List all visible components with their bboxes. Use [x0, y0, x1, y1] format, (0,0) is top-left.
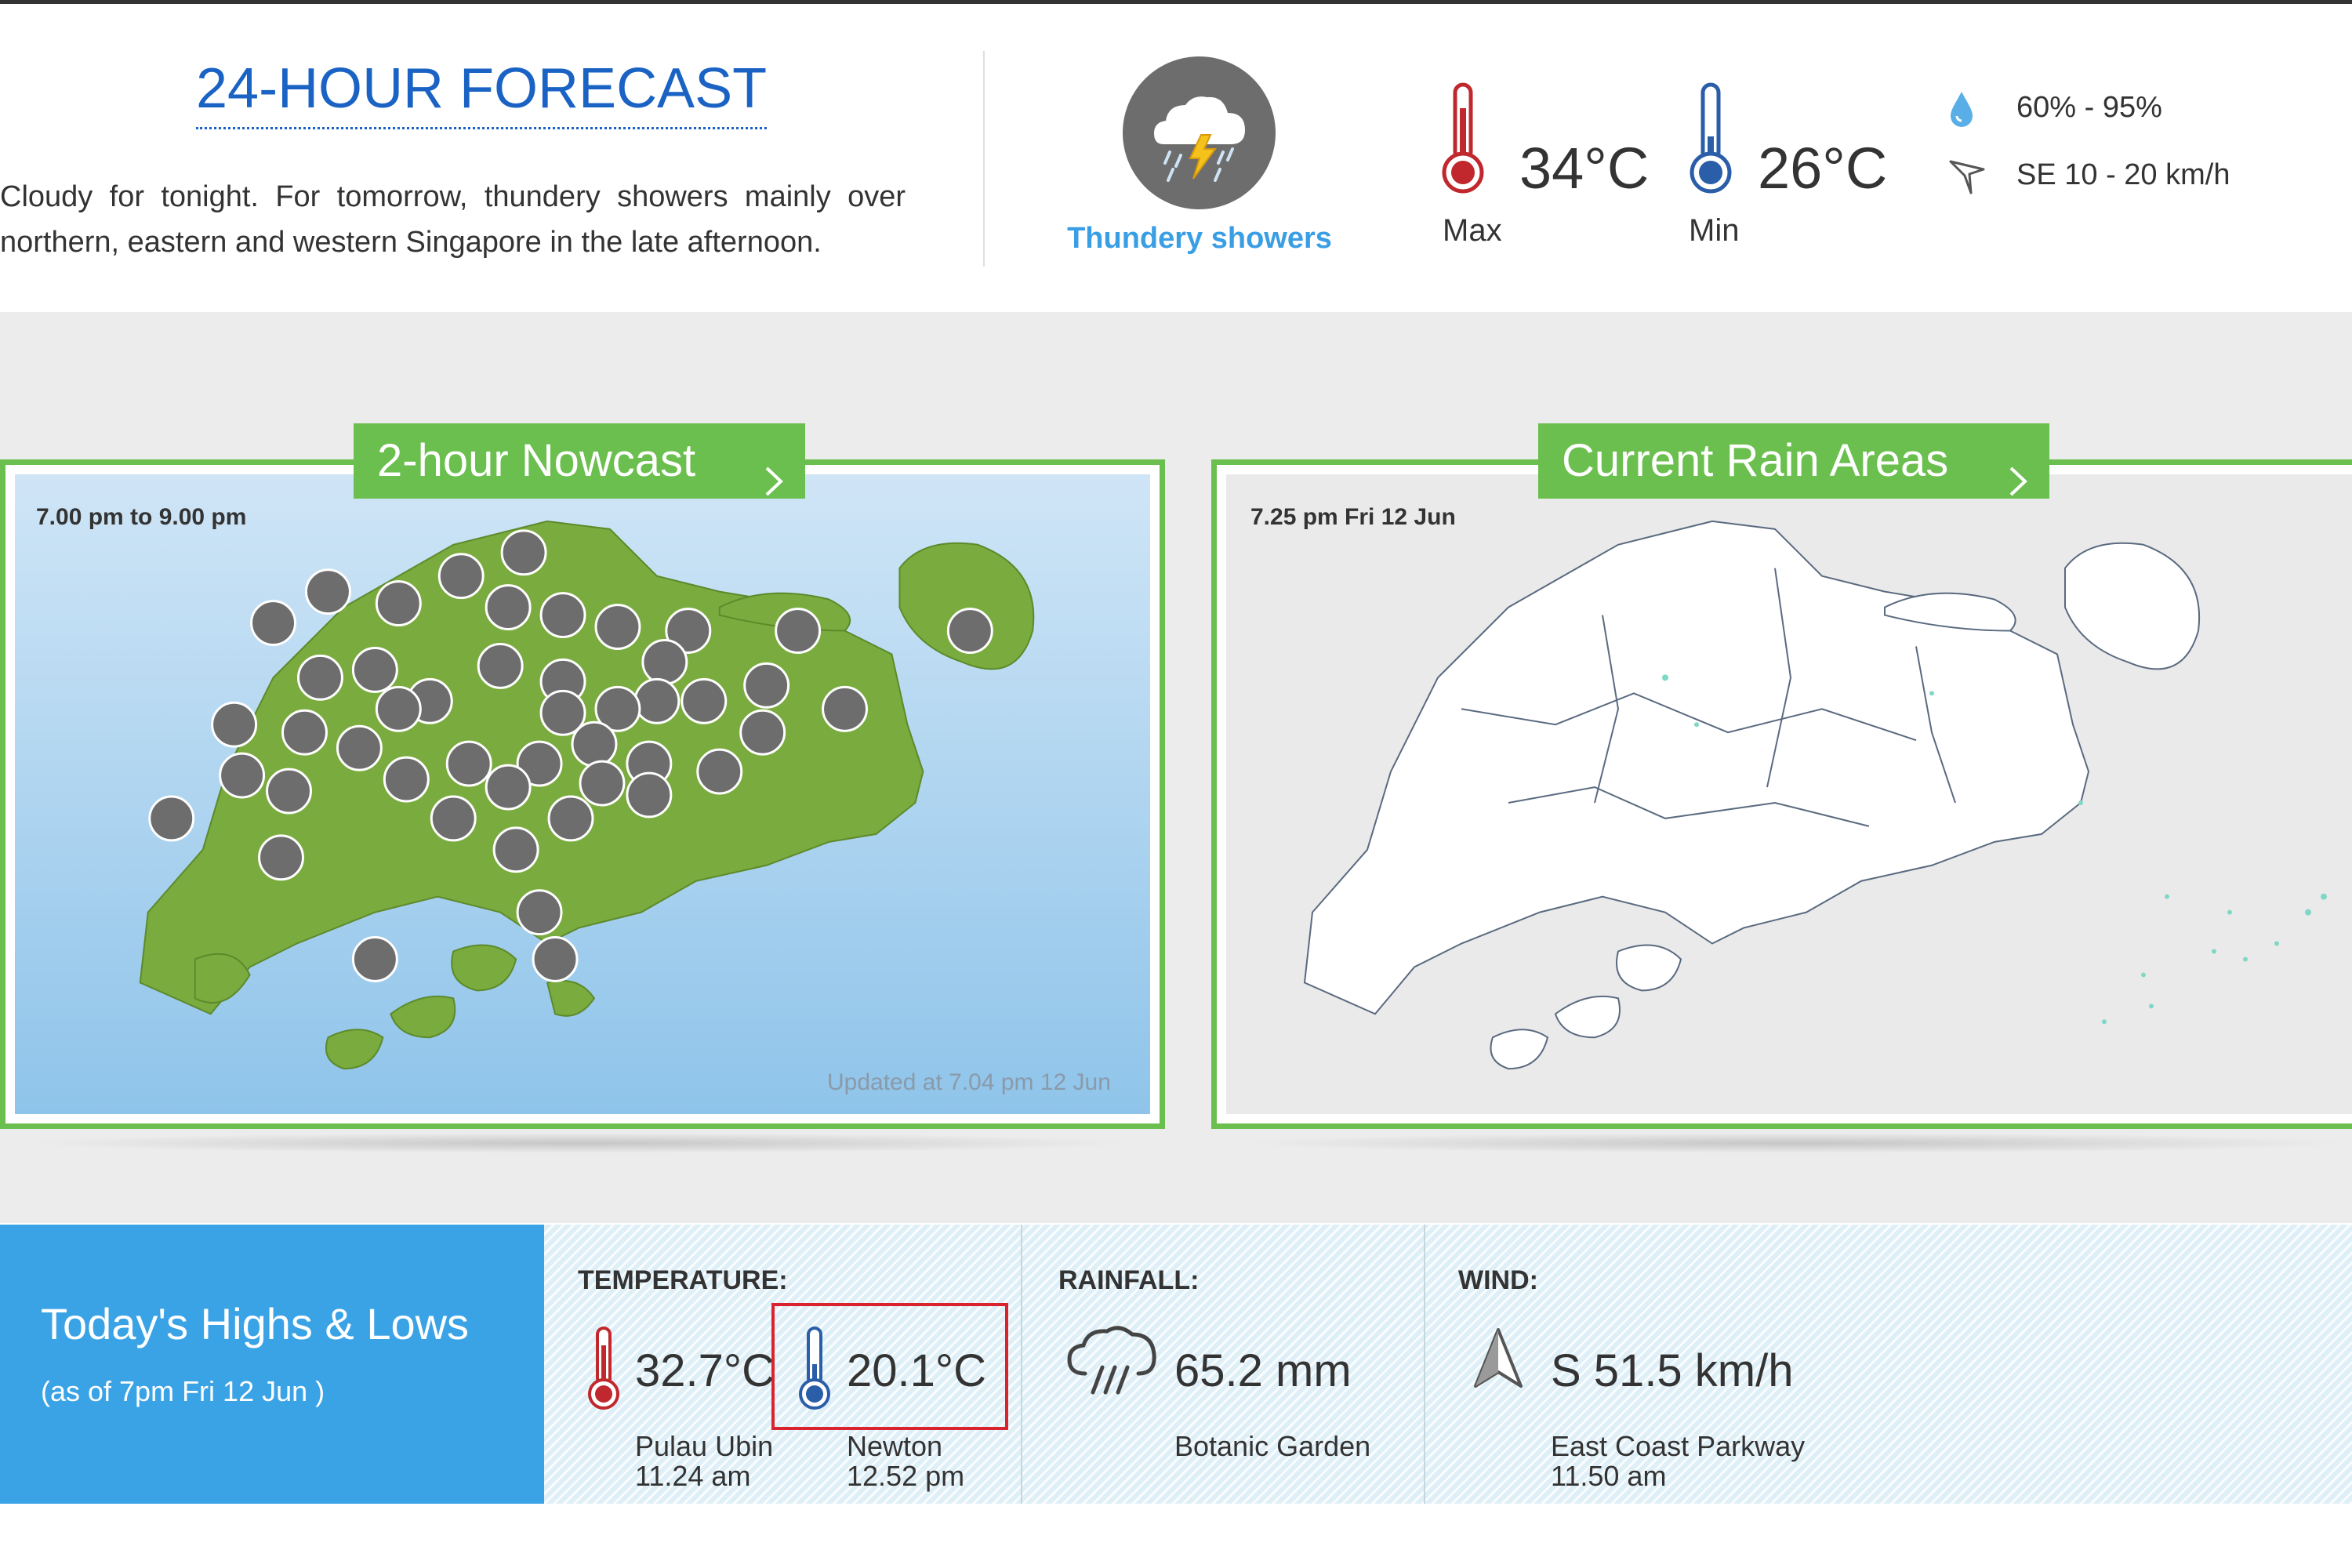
top-border	[0, 0, 2352, 4]
max-label: Max	[1443, 213, 1502, 248]
min-temperature: 26°C	[1758, 136, 1888, 201]
wind-arrow-icon	[1471, 1327, 1526, 1391]
wind-location: East Coast Parkway	[1551, 1430, 1806, 1462]
chevron-right-icon	[763, 445, 785, 521]
rainfall-location: Botanic Garden	[1174, 1430, 1371, 1462]
condition-label: Thundery showers	[1067, 222, 1332, 255]
low-thermometer-icon	[797, 1325, 832, 1411]
rain-cloud-icon	[1065, 1325, 1160, 1400]
low-temperature-location: Newton	[847, 1430, 943, 1462]
rain-areas-timestamp: 7.25 pm Fri 12 Jun	[1250, 504, 1456, 530]
nowcast-panel[interactable]	[0, 459, 1165, 1129]
nowcast-updated-text: Updated at 7.04 pm 12 Jun	[827, 1069, 1111, 1095]
forecast-description: Cloudy for tonight. For tomorrow, thunde…	[0, 180, 906, 259]
nowcast-tab-button[interactable]: 2-hour Nowcast	[354, 423, 805, 499]
rainfall-value: 65.2 mm	[1174, 1345, 1352, 1396]
rain-areas-tab-label: Current Rain Areas	[1562, 435, 1949, 486]
low-temperature-value: 20.1°C	[847, 1345, 986, 1396]
highs-lows-subtitle: (as of 7pm Fri 12 Jun )	[41, 1375, 325, 1407]
nowcast-map[interactable]	[15, 474, 1150, 1114]
header-divider	[983, 51, 985, 267]
forecast-title[interactable]: 24-HOUR FORECAST	[196, 56, 768, 129]
min-label: Min	[1689, 213, 1740, 248]
nowcast-tab-label: 2-hour Nowcast	[377, 435, 696, 486]
thundery-showers-icon	[1123, 56, 1276, 209]
wind-time: 11.50 am	[1551, 1460, 1667, 1492]
wind-heading: WIND:	[1458, 1265, 1538, 1295]
nowcast-time-range: 7.00 pm to 9.00 pm	[36, 504, 247, 530]
wind-value: S 51.5 km/h	[1551, 1345, 1794, 1396]
panel-shadow	[24, 1133, 1137, 1153]
min-thermometer-icon	[1689, 82, 1733, 196]
highs-lows-header	[0, 1225, 544, 1504]
rain-areas-tab-button[interactable]: Current Rain Areas	[1538, 423, 2049, 499]
max-temperature: 34°C	[1519, 136, 1650, 201]
high-thermometer-icon	[586, 1325, 621, 1411]
high-temperature-value: 32.7°C	[635, 1345, 775, 1396]
humidity-drop-icon	[1947, 89, 1976, 129]
wind-forecast: SE 10 - 20 km/h	[2016, 158, 2230, 191]
temperature-heading: TEMPERATURE:	[578, 1265, 788, 1295]
humidity-range: 60% - 95%	[2016, 91, 2162, 124]
high-temperature-time: 11.24 am	[635, 1460, 751, 1492]
section-divider	[1021, 1225, 1022, 1504]
chevron-right-icon	[2007, 445, 2029, 521]
low-temperature-time: 12.52 pm	[847, 1460, 965, 1492]
highs-lows-title: Today's Highs & Lows	[41, 1299, 470, 1348]
max-thermometer-icon	[1441, 82, 1485, 196]
wind-direction-arrow-icon	[1947, 157, 1987, 196]
rain-areas-panel[interactable]	[1211, 459, 2352, 1129]
rain-areas-map[interactable]	[1226, 474, 2352, 1114]
panel-shadow	[1239, 1133, 2352, 1153]
high-temperature-location: Pulau Ubin	[635, 1430, 774, 1462]
section-divider	[1424, 1225, 1425, 1504]
rainfall-heading: RAINFALL:	[1058, 1265, 1200, 1295]
